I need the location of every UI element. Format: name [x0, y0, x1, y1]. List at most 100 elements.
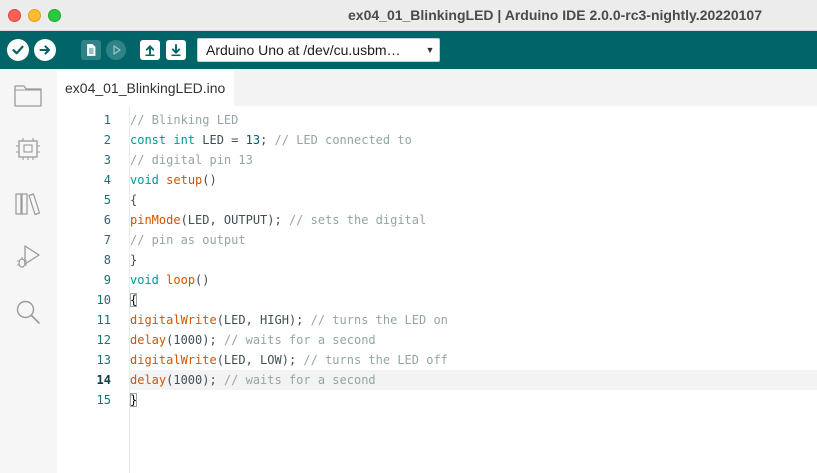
board-selector[interactable]: Arduino Uno at /dev/cu.usbm… ▼: [197, 38, 440, 62]
code-line[interactable]: {: [130, 290, 817, 310]
code-token: const: [130, 133, 167, 147]
line-number: 9: [103, 273, 111, 287]
new-sketch-button[interactable]: [81, 40, 101, 60]
save-sketch-icon: [171, 44, 181, 57]
code-line[interactable]: // pin as output: [130, 230, 817, 250]
line-number: 10: [96, 293, 111, 307]
line-number-gutter: 1 2 3 4 5 6 7 8 9 10 11 12 13 14 15: [57, 106, 129, 473]
code-editor[interactable]: // Blinking LED const int LED = 13; // LE…: [130, 106, 817, 473]
window-title: ex04_01_BlinkingLED | Arduino IDE 2.0.0-…: [348, 7, 762, 23]
code-token: // pin as output: [130, 233, 246, 247]
code-token: (LED, HIGH);: [216, 313, 311, 327]
code-token: (1000);: [166, 373, 224, 387]
line-number: 6: [103, 213, 111, 227]
right-arrow-icon: [39, 45, 51, 55]
board-manager-icon: [16, 138, 40, 160]
chevron-down-icon: ▼: [425, 45, 435, 55]
library-manager-icon: [15, 193, 41, 216]
debug-button[interactable]: [106, 40, 126, 60]
code-line-content: pinMode(LED, OUTPUT); // sets the digita…: [130, 210, 426, 230]
code-line-content: {: [130, 190, 137, 210]
verify-button[interactable]: [7, 39, 29, 61]
debug-panel-button[interactable]: [13, 242, 43, 272]
code-line[interactable]: {: [130, 190, 817, 210]
line-number: 2: [103, 133, 111, 147]
code-line-content: const int LED = 13; // LED connected to: [130, 130, 412, 150]
code-line[interactable]: void setup(): [130, 170, 817, 190]
code-line-content: // pin as output: [130, 230, 246, 250]
search-icon: [16, 300, 40, 324]
zoom-window-button[interactable]: [48, 9, 61, 22]
upload-button[interactable]: [34, 39, 56, 61]
code-line-content: // Blinking LED: [130, 110, 238, 130]
minimize-window-button[interactable]: [28, 9, 41, 22]
editor-area: ex04_01_BlinkingLED.ino 1 2 3 4 5 6 7 8 9 10 11 12 1…: [57, 70, 817, 473]
code-token: (1000);: [166, 333, 224, 347]
code-line-content: {: [130, 290, 138, 310]
code-token: digitalWrite: [130, 313, 217, 327]
code-line-content: delay(1000); // waits for a second: [130, 370, 376, 390]
code-token: // waits for a second: [223, 333, 376, 347]
editor-tab-file[interactable]: ex04_01_BlinkingLED.ino: [57, 70, 235, 106]
debug-icon: [113, 45, 121, 55]
code-line[interactable]: digitalWrite(LED, LOW); // turns the LED…: [130, 350, 817, 370]
line-number: 8: [103, 253, 111, 267]
save-sketch-button[interactable]: [166, 40, 186, 60]
code-token: // waits for a second: [223, 373, 376, 387]
code-token: LED =: [195, 133, 246, 147]
line-number: 11: [96, 313, 111, 327]
code-line[interactable]: pinMode(LED, OUTPUT); // sets the digita…: [130, 210, 817, 230]
search-button[interactable]: [13, 297, 43, 327]
code-line-content: void loop(): [130, 270, 210, 290]
code-token: 13: [245, 133, 261, 147]
code-token: (): [202, 173, 217, 187]
code-token: delay: [130, 373, 167, 387]
debug-icon: [17, 245, 40, 268]
line-number: 15: [96, 393, 111, 407]
open-sketch-icon: [145, 45, 155, 57]
checkmark-icon: [12, 45, 24, 55]
line-number: 1: [103, 113, 111, 127]
code-line[interactable]: delay(1000); // waits for a second: [130, 330, 817, 350]
board-selector-value: Arduino Uno at /dev/cu.usbm…: [206, 42, 401, 58]
line-number: 13: [96, 353, 111, 367]
code-token: setup: [166, 173, 203, 187]
code-line[interactable]: void loop(): [130, 270, 817, 290]
code-line[interactable]: const int LED = 13; // LED connected to: [130, 130, 817, 150]
new-sketch-icon: [87, 44, 96, 56]
code-token: (LED, OUTPUT);: [180, 213, 289, 227]
boards-manager-button[interactable]: [13, 134, 43, 164]
code-line-content: void setup(): [130, 170, 217, 190]
code-line-content: delay(1000); // waits for a second: [130, 330, 376, 350]
code-token: digitalWrite: [130, 353, 217, 367]
code-token: }: [130, 393, 138, 407]
sketchbook-button[interactable]: [13, 80, 43, 110]
editor-tab-bar: ex04_01_BlinkingLED.ino: [57, 70, 817, 106]
editor-tab-label: ex04_01_BlinkingLED.ino: [65, 80, 226, 96]
code-token: void: [130, 273, 159, 287]
code-line[interactable]: delay(1000); // waits for a second: [130, 370, 817, 390]
code-token: // LED connected to: [274, 133, 412, 147]
library-manager-button[interactable]: [13, 189, 43, 219]
code-token: int: [173, 133, 196, 147]
open-sketch-button[interactable]: [140, 40, 160, 60]
code-token: }: [130, 253, 138, 267]
code-line[interactable]: }: [130, 390, 817, 410]
code-token: ;: [260, 133, 275, 147]
code-token: delay: [130, 333, 167, 347]
line-number: 14: [96, 373, 111, 387]
close-window-button[interactable]: [8, 9, 21, 22]
code-token: // digital pin 13: [130, 153, 253, 167]
code-line[interactable]: digitalWrite(LED, HIGH); // turns the LE…: [130, 310, 817, 330]
code-line[interactable]: // digital pin 13: [130, 150, 817, 170]
code-token: // turns the LED on: [310, 313, 448, 327]
code-line-content: digitalWrite(LED, LOW); // turns the LED…: [130, 350, 448, 370]
code-token: void: [130, 173, 159, 187]
code-token: // sets the digital: [288, 213, 427, 227]
code-line[interactable]: // Blinking LED: [130, 110, 817, 130]
code-token: (LED, LOW);: [216, 353, 304, 367]
code-line[interactable]: }: [130, 250, 817, 270]
code-token: pinMode: [130, 213, 181, 227]
code-line-content: // digital pin 13: [130, 150, 253, 170]
line-number: 3: [103, 153, 111, 167]
